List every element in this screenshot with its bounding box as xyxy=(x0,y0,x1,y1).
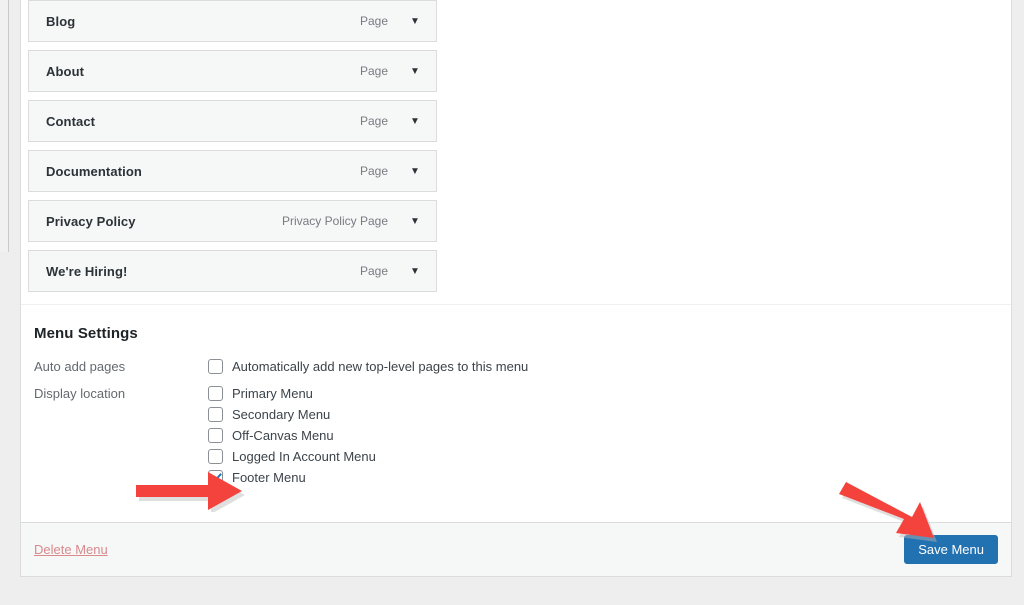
display-location-row: Display location Primary Menu Secondary … xyxy=(21,383,1011,488)
chevron-down-icon[interactable]: ▼ xyxy=(400,66,436,77)
menu-item-type: Page xyxy=(359,164,388,178)
menu-item-title: Blog xyxy=(46,13,76,29)
menu-item-type: Page xyxy=(359,64,388,78)
menu-settings-section: Menu Settings Auto add pages Automatical… xyxy=(21,304,1011,522)
menu-item-type: Page xyxy=(359,114,388,128)
logged-in-account-menu-label[interactable]: Logged In Account Menu xyxy=(232,449,376,464)
footer-menu-label[interactable]: Footer Menu xyxy=(232,470,306,485)
display-location-label: Display location xyxy=(34,386,126,401)
chevron-down-icon[interactable]: ▼ xyxy=(400,16,436,27)
auto-add-pages-checkbox[interactable] xyxy=(208,359,223,374)
primary-menu-checkbox[interactable] xyxy=(208,386,223,401)
menu-item-title: We're Hiring! xyxy=(46,263,128,279)
menu-item-title: Privacy Policy xyxy=(46,213,136,229)
auto-add-pages-fields: Automatically add new top-level pages to… xyxy=(208,356,1011,377)
menu-item-type: Page xyxy=(359,14,388,28)
auto-add-pages-row: Auto add pages Automatically add new top… xyxy=(21,356,1011,377)
menu-item-row[interactable]: Blog Page ▼ xyxy=(28,0,437,42)
display-location-option-logged-in-account-menu[interactable]: Logged In Account Menu xyxy=(208,446,1011,467)
display-location-option-footer-menu[interactable]: Footer Menu xyxy=(208,467,1011,488)
secondary-menu-checkbox[interactable] xyxy=(208,407,223,422)
secondary-menu-label[interactable]: Secondary Menu xyxy=(232,407,330,422)
primary-menu-label[interactable]: Primary Menu xyxy=(232,386,313,401)
menu-item-row[interactable]: Privacy Policy Privacy Policy Page ▼ xyxy=(28,200,437,242)
save-menu-button[interactable]: Save Menu xyxy=(904,535,998,564)
menu-item-title: About xyxy=(46,63,85,79)
display-location-fields: Primary Menu Secondary Menu Off-Canvas M… xyxy=(208,383,1011,488)
menu-item-title: Contact xyxy=(46,113,96,129)
logged-in-account-menu-checkbox[interactable] xyxy=(208,449,223,464)
chevron-down-icon[interactable]: ▼ xyxy=(400,116,436,127)
menu-item-row[interactable]: Documentation Page ▼ xyxy=(28,150,437,192)
menu-item-type: Page xyxy=(359,264,388,278)
admin-sidebar-edge xyxy=(0,0,9,252)
auto-add-pages-checkbox-label[interactable]: Automatically add new top-level pages to… xyxy=(232,359,528,374)
menu-item-row[interactable]: We're Hiring! Page ▼ xyxy=(28,250,437,292)
menu-item-title: Documentation xyxy=(46,163,142,179)
menu-item-row[interactable]: About Page ▼ xyxy=(28,50,437,92)
menu-item-row[interactable]: Contact Page ▼ xyxy=(28,100,437,142)
menu-item-type: Privacy Policy Page xyxy=(281,214,388,228)
display-location-option-secondary-menu[interactable]: Secondary Menu xyxy=(208,404,1011,425)
menu-editor-panel: Blog Page ▼ About Page ▼ Contact Page ▼ … xyxy=(20,0,1012,577)
menu-editor-footer: Delete Menu Save Menu xyxy=(21,522,1011,576)
display-location-option-off-canvas-menu[interactable]: Off-Canvas Menu xyxy=(208,425,1011,446)
delete-menu-link[interactable]: Delete Menu xyxy=(34,542,108,557)
off-canvas-menu-checkbox[interactable] xyxy=(208,428,223,443)
display-location-option-primary-menu[interactable]: Primary Menu xyxy=(208,383,1011,404)
off-canvas-menu-label[interactable]: Off-Canvas Menu xyxy=(232,428,334,443)
chevron-down-icon[interactable]: ▼ xyxy=(400,266,436,277)
menu-settings-heading: Menu Settings xyxy=(34,325,138,342)
chevron-down-icon[interactable]: ▼ xyxy=(400,166,436,177)
auto-add-pages-label: Auto add pages xyxy=(34,359,126,374)
chevron-down-icon[interactable]: ▼ xyxy=(400,216,436,227)
menu-items-list: Blog Page ▼ About Page ▼ Contact Page ▼ … xyxy=(21,0,1011,292)
auto-add-pages-checkbox-line[interactable]: Automatically add new top-level pages to… xyxy=(208,356,1011,377)
footer-menu-checkbox[interactable] xyxy=(208,470,223,485)
